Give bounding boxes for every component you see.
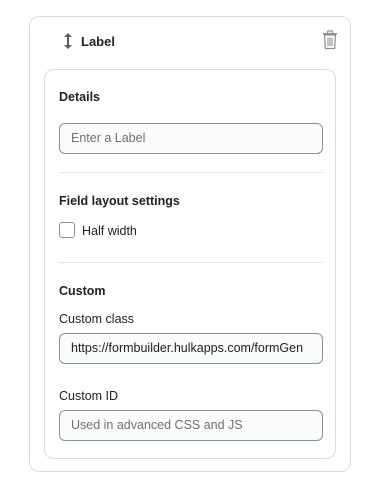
custom-class-label: Custom class: [59, 312, 135, 326]
half-width-label: Half width: [82, 224, 137, 238]
vertical-arrows-icon[interactable]: [61, 31, 75, 51]
divider: [59, 172, 323, 173]
divider: [59, 262, 323, 263]
half-width-checkbox[interactable]: [59, 222, 75, 238]
trash-icon[interactable]: [322, 30, 338, 50]
field-card: Label Details Enter a Label Field layout…: [29, 16, 351, 472]
custom-id-input[interactable]: Used in advanced CSS and JS: [59, 410, 323, 441]
label-input[interactable]: Enter a Label: [59, 123, 323, 154]
details-heading: Details: [59, 90, 100, 104]
layout-heading: Field layout settings: [59, 194, 180, 208]
custom-id-label: Custom ID: [59, 389, 119, 403]
card-header: Label: [30, 17, 350, 65]
field-title: Label: [81, 34, 115, 49]
settings-panel: Details Enter a Label Field layout setti…: [44, 69, 336, 459]
custom-class-input[interactable]: https://formbuilder.hulkapps.com/formGen: [59, 333, 323, 364]
custom-heading: Custom: [59, 284, 106, 298]
